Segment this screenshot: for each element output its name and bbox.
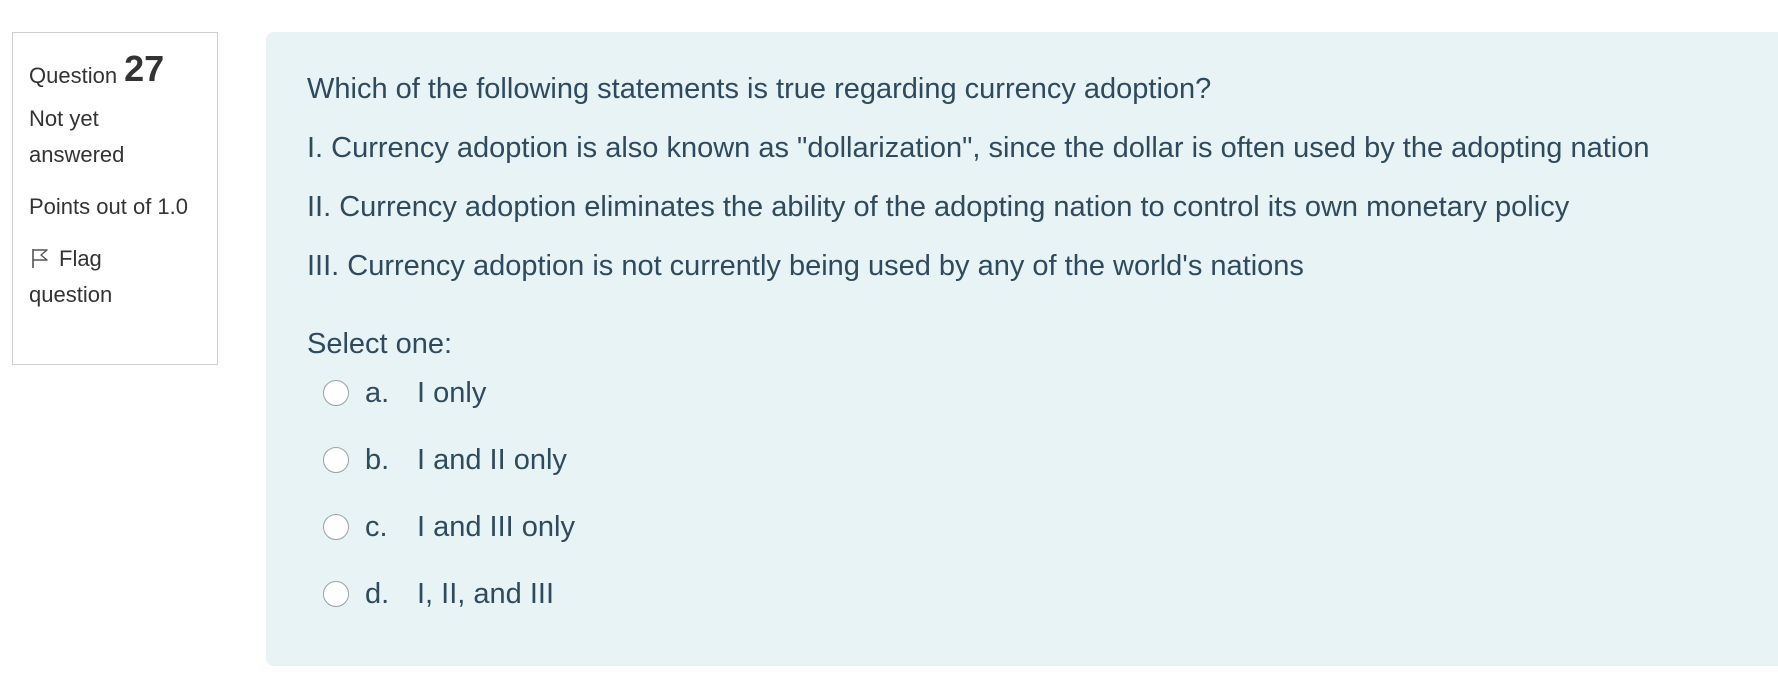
option-text-c[interactable]: I and III only <box>417 511 575 544</box>
radio-button-b[interactable] <box>323 447 349 473</box>
radio-button-d[interactable] <box>323 581 349 607</box>
statement-2: II. Currency adoption eliminates the abi… <box>307 191 1570 223</box>
option-letter-b: b. <box>365 444 390 476</box>
option-letter-d: d. <box>365 578 390 610</box>
question-info-box: Question 27 Not yet answered Points out … <box>12 32 218 365</box>
question-content-panel: Which of the following statements is tru… <box>266 32 1778 666</box>
option-letter-c: c. <box>365 511 388 543</box>
answer-options: a. I only b. I and II only c. I and III … <box>323 377 575 645</box>
question-label: Question <box>29 63 118 88</box>
question-number: Question 27 <box>29 47 202 87</box>
question-number-value: 27 <box>124 48 165 89</box>
radio-button-a[interactable] <box>323 380 349 406</box>
question-state: Not yet answered <box>29 106 125 167</box>
question-stem: Which of the following statements is tru… <box>307 73 1212 105</box>
question-grade: Points out of 1.0 <box>29 194 188 219</box>
flag-question-button[interactable]: Flag question <box>29 241 179 313</box>
answer-option-b[interactable]: b. I and II only <box>323 444 575 511</box>
select-one-prompt: Select one: <box>307 328 453 360</box>
flag-outline-icon <box>29 244 51 268</box>
answer-option-d[interactable]: d. I, II, and III <box>323 578 575 645</box>
statement-1: I. Currency adoption is also known as "d… <box>307 132 1650 164</box>
statement-3: III. Currency adoption is not currently … <box>307 250 1304 282</box>
radio-button-c[interactable] <box>323 514 349 540</box>
answer-option-a[interactable]: a. I only <box>323 377 575 444</box>
question-text: Which of the following statements is tru… <box>307 60 1747 296</box>
answer-option-c[interactable]: c. I and III only <box>323 511 575 578</box>
option-text-a[interactable]: I only <box>417 377 486 410</box>
option-letter-a: a. <box>365 377 390 409</box>
option-text-d[interactable]: I, II, and III <box>417 578 554 611</box>
option-text-b[interactable]: I and II only <box>417 444 567 477</box>
